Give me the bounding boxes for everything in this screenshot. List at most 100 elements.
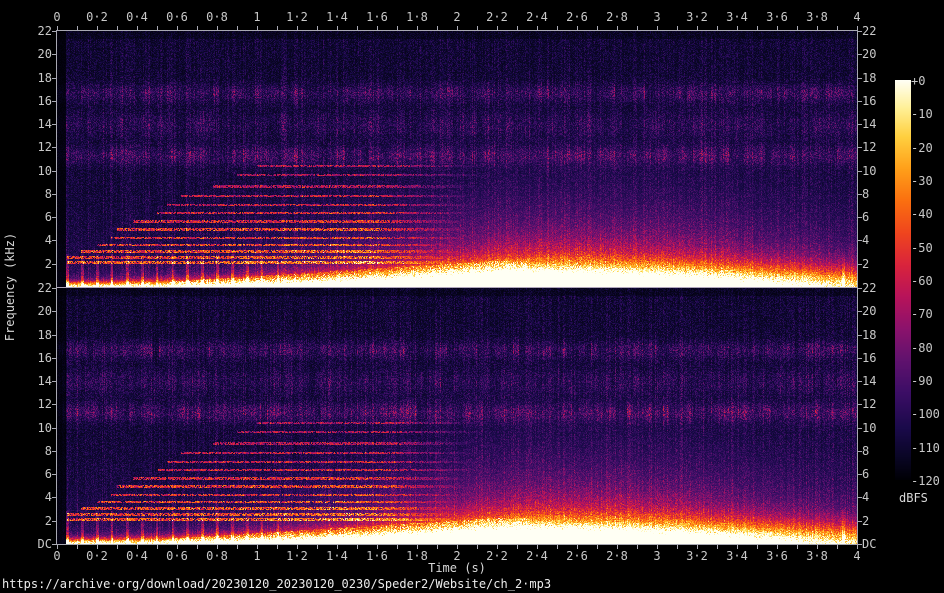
y-tick-label-left-channel2: 22 xyxy=(18,281,52,295)
x-tick-mark-top xyxy=(257,26,258,30)
colorbar-tick-label: -20 xyxy=(911,142,944,155)
x-tick-label-top: 1·6 xyxy=(357,10,397,24)
y-tick-mark-left xyxy=(52,240,56,241)
y-tick-label-right-channel1: 6 xyxy=(862,210,896,224)
y-tick-mark-left xyxy=(52,451,56,452)
x-tick-mark-top xyxy=(517,26,518,30)
x-tick-label-top: 1·2 xyxy=(277,10,317,24)
x-tick-label-bottom: 4 xyxy=(837,549,877,563)
x-tick-mark-top xyxy=(457,26,458,30)
colorbar-unit-label: dBFS xyxy=(899,491,928,505)
x-tick-label-bottom: 2·6 xyxy=(557,549,597,563)
x-tick-label-bottom: 1 xyxy=(237,549,277,563)
x-tick-mark-top xyxy=(217,26,218,30)
y-tick-mark-left xyxy=(52,124,56,125)
y-tick-label-right-channel1: 22 xyxy=(862,24,896,38)
x-tick-label-top: 2·2 xyxy=(477,10,517,24)
colorbar-tick-label: -10 xyxy=(911,108,944,121)
y-tick-mark-left xyxy=(52,404,56,405)
y-tick-label-right-channel1: 20 xyxy=(862,47,896,61)
y-tick-mark-left xyxy=(52,474,56,475)
x-tick-label-top: 3·6 xyxy=(757,10,797,24)
colorbar-tick-label: -70 xyxy=(911,308,944,321)
x-tick-mark-top xyxy=(577,26,578,30)
x-tick-label-top: 1·4 xyxy=(317,10,357,24)
y-tick-mark-left xyxy=(52,78,56,79)
x-tick-label-top: 1·8 xyxy=(397,10,437,24)
x-tick-mark-top xyxy=(417,26,418,30)
y-tick-mark-left xyxy=(52,171,56,172)
x-tick-label-top: 4 xyxy=(837,10,877,24)
source-url: https://archive·org/download/20230120_20… xyxy=(2,577,551,591)
x-tick-mark-top xyxy=(497,26,498,30)
x-tick-label-bottom: 3·4 xyxy=(717,549,757,563)
x-tick-label-bottom: 1·4 xyxy=(317,549,357,563)
y-tick-label-right-channel2: 10 xyxy=(862,421,896,435)
y-tick-label-right-channel2: 12 xyxy=(862,397,896,411)
x-tick-label-bottom: 0 xyxy=(37,549,77,563)
x-tick-label-top: 2 xyxy=(437,10,477,24)
x-tick-mark-top xyxy=(137,26,138,30)
y-tick-label-left-channel2: 20 xyxy=(18,304,52,318)
x-tick-label-bottom: 3·6 xyxy=(757,549,797,563)
x-tick-label-top: 2·8 xyxy=(597,10,637,24)
y-tick-label-left-channel2: 16 xyxy=(18,351,52,365)
colorbar-tick-label: -40 xyxy=(911,208,944,221)
x-tick-mark-top xyxy=(357,26,358,30)
channel-divider-line xyxy=(57,287,857,288)
x-tick-label-bottom: 0·8 xyxy=(197,549,237,563)
y-tick-label-right-channel1: 12 xyxy=(862,140,896,154)
colorbar-tick-label: -110 xyxy=(911,442,944,455)
colorbar-gradient xyxy=(895,80,911,480)
x-tick-mark-top xyxy=(477,26,478,30)
y-tick-mark-left xyxy=(52,521,56,522)
y-tick-label-right-channel2: 16 xyxy=(862,351,896,365)
x-tick-mark-top xyxy=(837,26,838,30)
x-tick-mark-top xyxy=(77,26,78,30)
x-tick-mark-top xyxy=(277,26,278,30)
x-tick-mark-top xyxy=(657,26,658,30)
x-tick-label-bottom: 3·8 xyxy=(797,549,837,563)
x-tick-mark-top xyxy=(57,26,58,30)
x-tick-label-top: 0·4 xyxy=(117,10,157,24)
x-tick-mark-top xyxy=(317,26,318,30)
colorbar-tick-label: +0 xyxy=(911,75,944,88)
y-tick-label-left-channel2: 2 xyxy=(18,514,52,528)
y-tick-label-right-channel1: 2 xyxy=(862,257,896,271)
y-tick-mark-left xyxy=(52,335,56,336)
y-tick-label-left-channel1: 10 xyxy=(18,164,52,178)
x-tick-label-top: 0·8 xyxy=(197,10,237,24)
y-tick-label-right-channel2: 4 xyxy=(862,490,896,504)
x-tick-mark-top xyxy=(337,26,338,30)
x-tick-mark-top xyxy=(197,26,198,30)
x-tick-label-top: 0 xyxy=(37,10,77,24)
x-tick-mark-top xyxy=(297,26,298,30)
y-tick-mark-left xyxy=(52,544,56,545)
x-tick-label-bottom: 0·2 xyxy=(77,549,117,563)
colorbar-tick-label: -60 xyxy=(911,275,944,288)
x-tick-mark-top xyxy=(597,26,598,30)
y-tick-label-left-channel1: 20 xyxy=(18,47,52,61)
colorbar-tick-label: -90 xyxy=(911,375,944,388)
x-tick-mark-top xyxy=(617,26,618,30)
y-tick-mark-left xyxy=(52,264,56,265)
y-tick-label-right-channel1: 8 xyxy=(862,187,896,201)
colorbar-tick-label: -30 xyxy=(911,175,944,188)
y-tick-mark-left xyxy=(52,217,56,218)
y-tick-mark-left xyxy=(52,101,56,102)
x-tick-mark-top xyxy=(437,26,438,30)
x-tick-mark-top xyxy=(817,26,818,30)
x-axis-title: Time (s) xyxy=(357,561,557,575)
y-tick-mark-left xyxy=(52,194,56,195)
x-tick-mark-top xyxy=(677,26,678,30)
x-tick-mark-top xyxy=(777,26,778,30)
y-tick-label-right-channel2: 20 xyxy=(862,304,896,318)
x-tick-mark-top xyxy=(717,26,718,30)
x-tick-mark-top xyxy=(377,26,378,30)
x-tick-label-top: 3·4 xyxy=(717,10,757,24)
x-tick-label-top: 1 xyxy=(237,10,277,24)
y-tick-label-left-channel2: 12 xyxy=(18,397,52,411)
y-tick-label-right-channel1: 4 xyxy=(862,233,896,247)
x-tick-mark-top xyxy=(637,26,638,30)
y-tick-label-right-channel1: 14 xyxy=(862,117,896,131)
